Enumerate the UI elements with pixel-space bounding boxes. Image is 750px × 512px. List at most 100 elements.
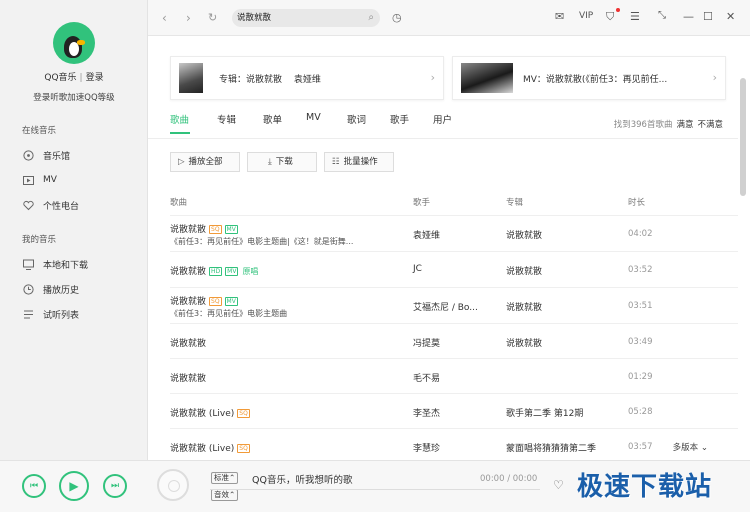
play-button[interactable]: ▶ bbox=[59, 471, 89, 501]
album-card[interactable]: 专辑：说散就散 袁娅维 › bbox=[170, 56, 444, 100]
watermark: 极速下载站 bbox=[577, 472, 713, 502]
download-label: 下载 bbox=[275, 157, 293, 167]
scrollbar[interactable] bbox=[740, 78, 746, 196]
more-versions-button[interactable]: 多版本 ⌄ bbox=[673, 441, 708, 453]
sidebar-item-music-hall[interactable]: 音乐馆 bbox=[22, 147, 70, 163]
sidebar-item-mv[interactable]: MV bbox=[22, 172, 57, 188]
sidebar-item-radio[interactable]: 个性电台 bbox=[22, 197, 79, 213]
song-title[interactable]: 说散就散 bbox=[170, 225, 206, 235]
next-button[interactable]: ⏭ bbox=[103, 474, 127, 498]
table-row[interactable]: 说散就散 毛不易 01:29 bbox=[170, 358, 738, 393]
sidebar-item-history[interactable]: 播放历史 bbox=[22, 281, 79, 297]
unsatisfied-link[interactable]: 不满意 bbox=[697, 120, 723, 130]
singer-cell[interactable]: 艾福杰尼 / Bo... bbox=[413, 300, 478, 313]
mini-mode-icon[interactable]: ⤡ bbox=[658, 10, 666, 21]
sidebar-item-local[interactable]: 本地和下载 bbox=[22, 256, 88, 272]
progress-bar[interactable] bbox=[210, 489, 540, 490]
previous-icon: ⏮ bbox=[29, 481, 39, 491]
table-row[interactable]: 说散就散 (Live) SQ 李圣杰 歌手第二季 第12期 05:28 bbox=[170, 393, 738, 428]
quality-label: 标准 bbox=[214, 473, 229, 482]
album-cell[interactable]: 说散就散 bbox=[506, 300, 542, 313]
album-cell[interactable]: 歌手第二季 第12期 bbox=[506, 406, 583, 419]
tab-albums[interactable]: 专辑 bbox=[217, 112, 236, 126]
song-title[interactable]: 说散就散 bbox=[170, 267, 206, 277]
singer-cell[interactable]: 李圣杰 bbox=[413, 406, 440, 419]
duration-cell: 03:52 bbox=[628, 265, 653, 275]
table-row[interactable]: 说散就散 HD MV 原唱 JC 说散就散 03:52 bbox=[170, 251, 738, 287]
table-row[interactable]: 说散就散 SQ MV 《前任3：再见前任》电影主题曲 艾福杰尼 / Bo... 说散… bbox=[170, 287, 738, 323]
album-cell[interactable]: 说散就散 bbox=[506, 336, 542, 349]
avatar[interactable] bbox=[53, 22, 95, 64]
duration-cell: 03:57 bbox=[628, 442, 653, 452]
mv-thumbnail bbox=[461, 63, 513, 93]
album-disc[interactable] bbox=[157, 469, 189, 501]
mv-icon bbox=[22, 174, 34, 186]
login-link[interactable]: 登录 bbox=[86, 73, 104, 83]
tab-playlists[interactable]: 歌单 bbox=[263, 112, 282, 126]
sidebar: QQ音乐 | 登录 登录听歌加速QQ等级 在线音乐 音乐馆 MV 个性电台 我的音乐… bbox=[0, 0, 148, 460]
back-arrow-icon[interactable]: ‹ bbox=[162, 11, 167, 25]
table-row[interactable]: 说散就散 (Live) SQ 李慧珍 蒙面唱将猜猜猜第二季 03:57 bbox=[170, 428, 738, 460]
sidebar-item-label: 个性电台 bbox=[43, 201, 80, 212]
song-title[interactable]: 说散就散 (Live) bbox=[170, 409, 234, 419]
forward-arrow-icon[interactable]: › bbox=[186, 11, 191, 25]
play-all-button[interactable]: ▷ 播放全部 bbox=[170, 152, 240, 172]
hd-badge: HD bbox=[209, 267, 223, 276]
song-title[interactable]: 说散就散 (Live) bbox=[170, 444, 234, 454]
album-cell[interactable]: 蒙面唱将猜猜猜第二季 bbox=[506, 441, 596, 454]
batch-button[interactable]: ☷ 批量操作 bbox=[324, 152, 394, 172]
tab-mv[interactable]: MV bbox=[306, 112, 321, 123]
menu-icon[interactable]: ☰ bbox=[630, 10, 640, 23]
effect-label: 音效 bbox=[214, 490, 229, 499]
maximize-icon[interactable]: ☐ bbox=[703, 10, 713, 23]
quality-selector[interactable]: 标准⌃ bbox=[211, 472, 239, 484]
sidebar-item-playlist[interactable]: 试听列表 bbox=[22, 306, 79, 322]
tab-users[interactable]: 用户 bbox=[433, 112, 452, 126]
previous-button[interactable]: ⏮ bbox=[22, 474, 46, 498]
duration-cell: 03:49 bbox=[628, 337, 653, 347]
song-title[interactable]: 说散就散 bbox=[170, 371, 206, 384]
singer-cell[interactable]: JC bbox=[413, 264, 422, 274]
song-subtitle: 《前任3：再见前任》电影主题曲 bbox=[170, 309, 288, 318]
mail-icon[interactable]: ✉ bbox=[555, 10, 564, 23]
download-button[interactable]: ⤓ 下载 bbox=[247, 152, 317, 172]
close-icon[interactable]: ✕ bbox=[726, 10, 735, 23]
search-input[interactable]: 说散就散 ⌕ bbox=[232, 9, 380, 27]
singer-cell[interactable]: 冯提莫 bbox=[413, 336, 440, 349]
mv-card[interactable]: MV：说散就散(《前任3：再见前任... › bbox=[452, 56, 726, 100]
sq-badge: SQ bbox=[209, 297, 222, 306]
singer-cell[interactable]: 毛不易 bbox=[413, 371, 440, 384]
skin-icon[interactable]: ⛉ bbox=[606, 10, 614, 24]
sq-badge: SQ bbox=[237, 444, 250, 453]
login-separator: | bbox=[79, 73, 83, 83]
column-song: 歌曲 bbox=[170, 198, 188, 208]
tab-lyrics[interactable]: 歌词 bbox=[347, 112, 366, 126]
mv-badge[interactable]: MV bbox=[225, 267, 239, 276]
like-icon[interactable]: ♡ bbox=[553, 478, 564, 492]
search-icon[interactable]: ⌕ bbox=[368, 9, 374, 27]
active-tab-indicator bbox=[170, 132, 190, 134]
minimize-icon[interactable]: — bbox=[683, 10, 694, 23]
vip-button[interactable]: VIP bbox=[579, 11, 593, 21]
refresh-icon[interactable]: ↻ bbox=[208, 11, 217, 25]
list-icon bbox=[22, 308, 34, 320]
singer-cell[interactable]: 袁娅维 bbox=[413, 228, 440, 241]
album-cell[interactable]: 说散就散 bbox=[506, 264, 542, 277]
song-title[interactable]: 说散就散 bbox=[170, 297, 206, 307]
listen-recognize-icon[interactable]: ◷ bbox=[392, 11, 402, 25]
duration-cell: 05:28 bbox=[628, 407, 653, 417]
search-results: 专辑：说散就散 袁娅维 › MV：说散就散(《前任3：再见前任... › 歌曲 … bbox=[148, 36, 750, 460]
tab-songs[interactable]: 歌曲 bbox=[170, 112, 189, 126]
mv-badge[interactable]: MV bbox=[224, 225, 238, 234]
album-cell[interactable]: 说散就散 bbox=[506, 228, 542, 241]
mv-badge[interactable]: MV bbox=[224, 297, 238, 306]
satisfied-link[interactable]: 满意 bbox=[676, 120, 693, 130]
tab-singers[interactable]: 歌手 bbox=[390, 112, 409, 126]
song-title[interactable]: 说散就散 bbox=[170, 336, 206, 349]
table-row[interactable]: 说散就散 冯提莫 说散就散 03:49 bbox=[170, 323, 738, 358]
singer-cell[interactable]: 李慧珍 bbox=[413, 441, 440, 454]
login-line: QQ音乐 | 登录 bbox=[0, 70, 148, 83]
chevron-right-icon: › bbox=[712, 71, 717, 84]
table-row[interactable]: 说散就散 SQ MV 《前任3：再见前任》电影主题曲|《这！就是街舞... 袁娅维 … bbox=[170, 215, 738, 251]
effect-selector[interactable]: 音效⌃ bbox=[211, 489, 239, 501]
